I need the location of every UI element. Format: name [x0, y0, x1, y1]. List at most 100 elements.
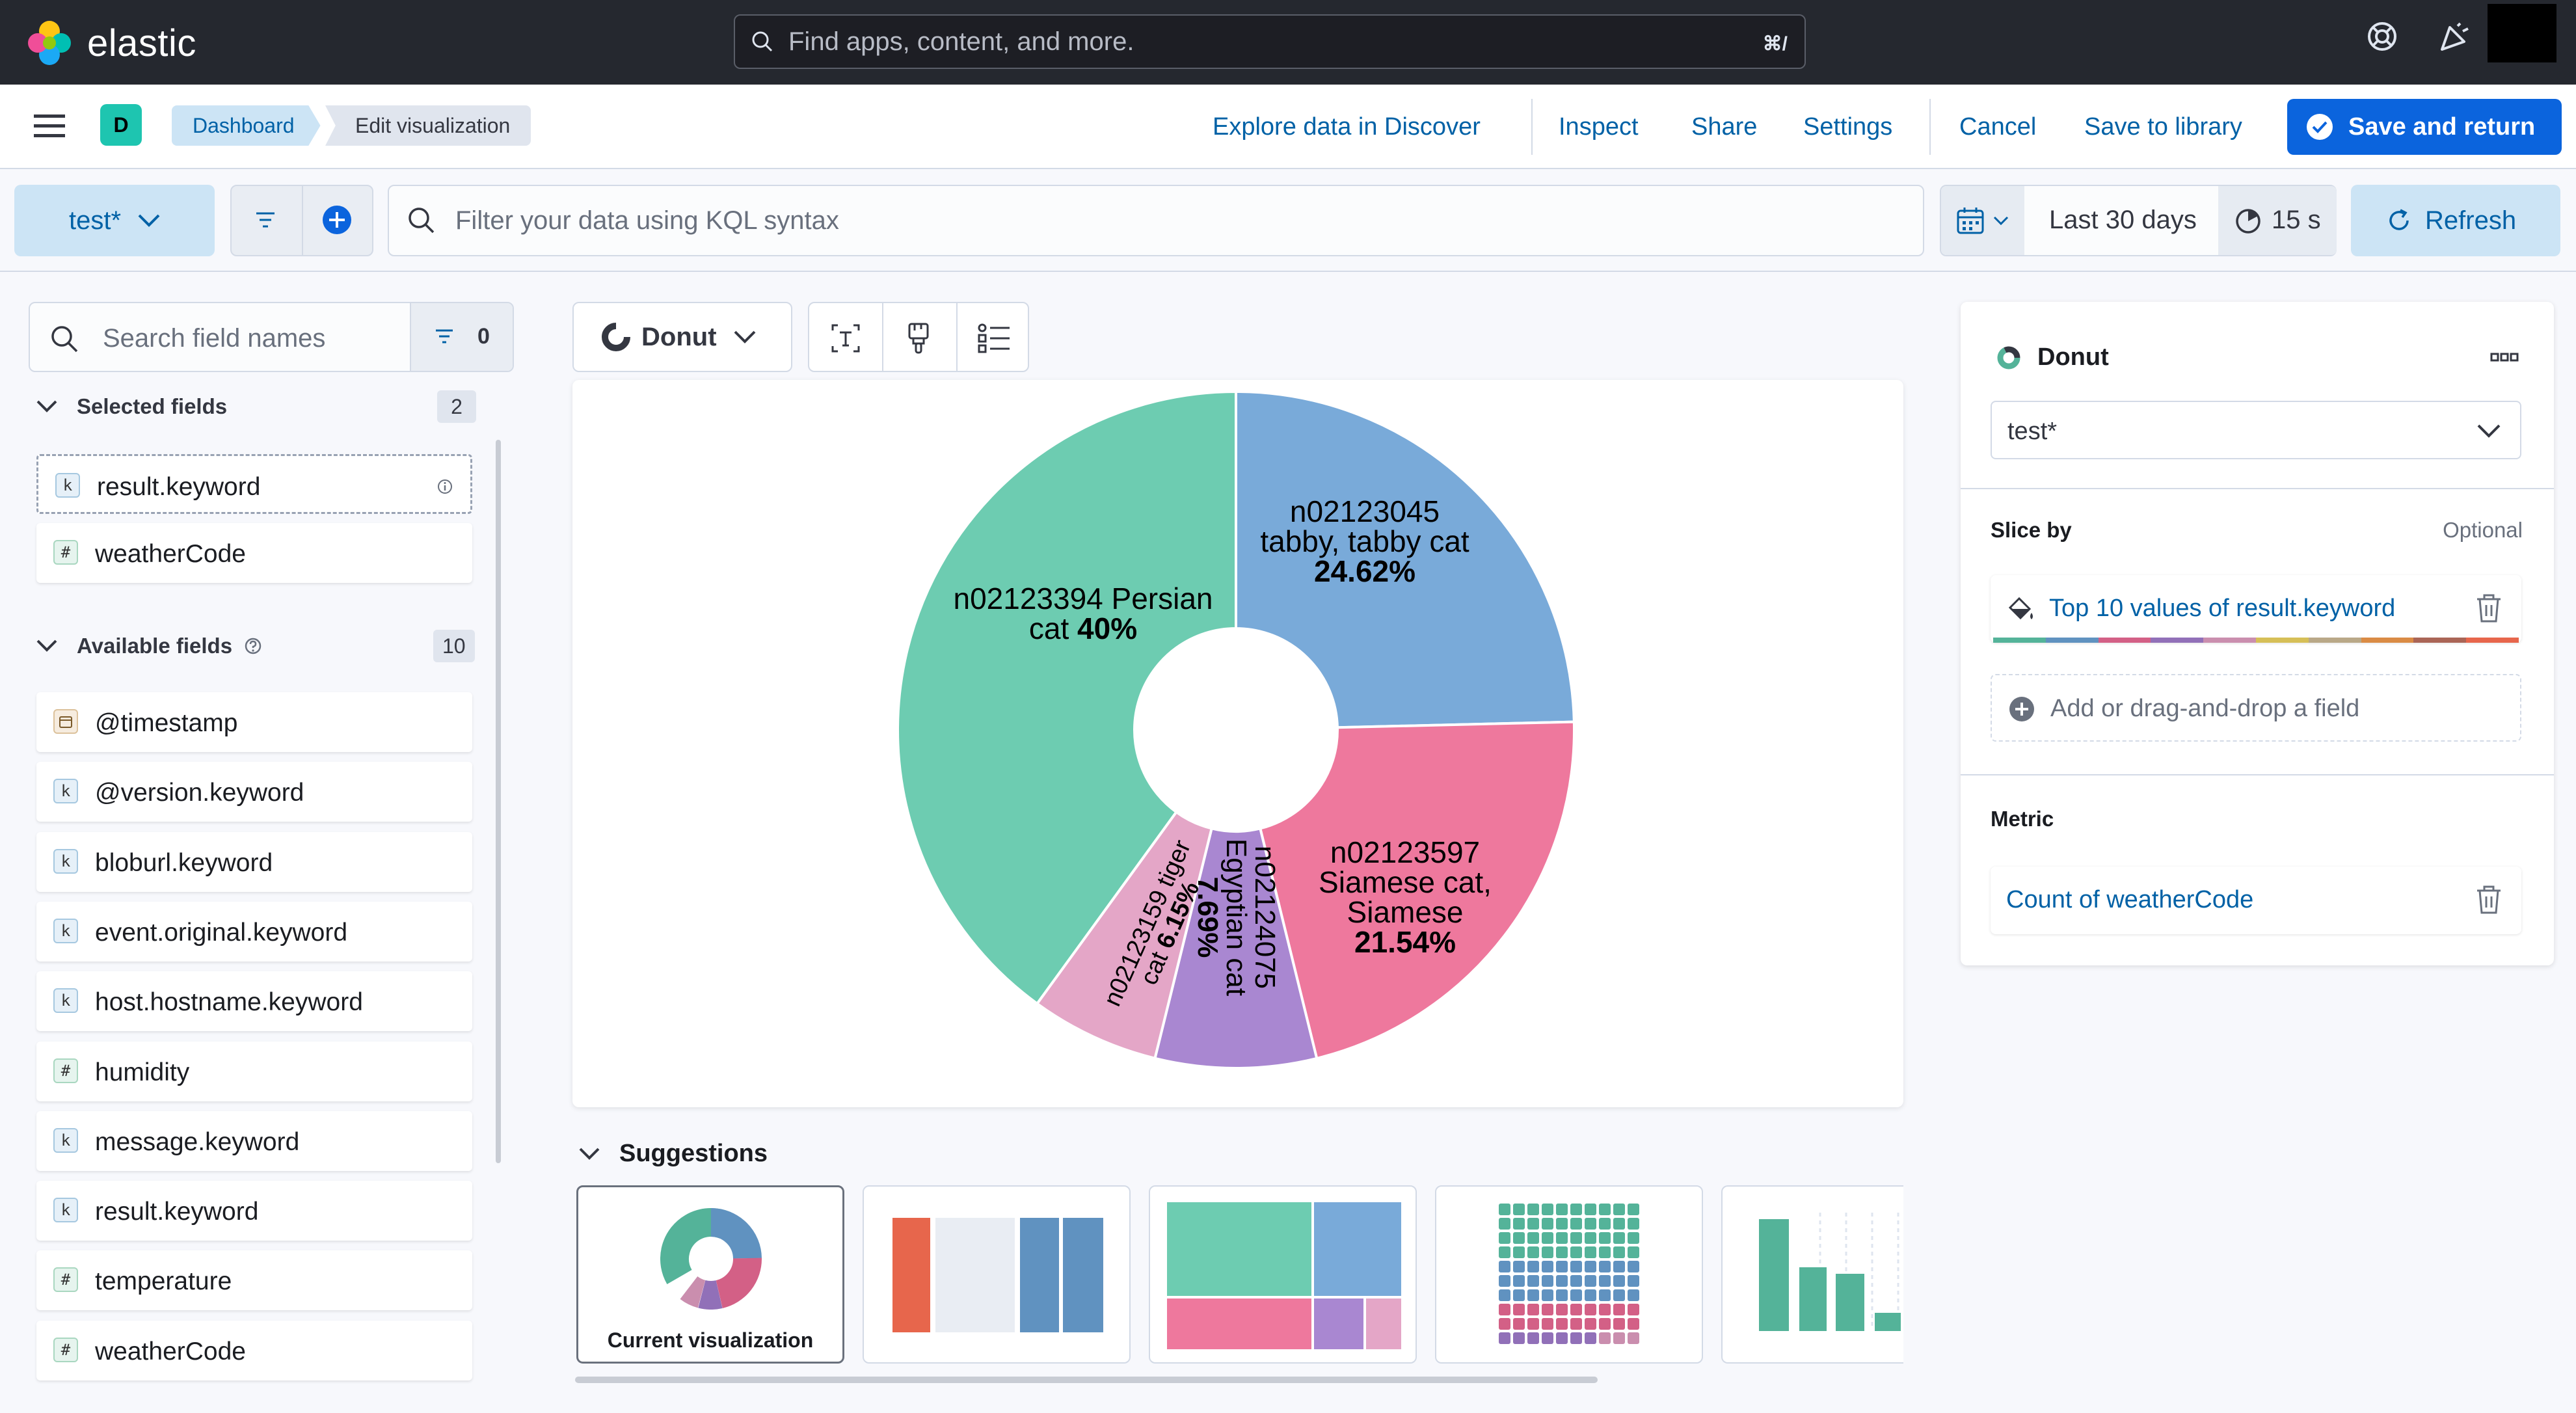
suggestion-bar-stacked[interactable]: [863, 1185, 1131, 1364]
auto-refresh-interval[interactable]: 15 s: [2218, 186, 2337, 255]
chart-type-switcher[interactable]: Donut: [572, 302, 792, 372]
field-list-item[interactable]: k result.keyword: [36, 454, 472, 514]
question-icon[interactable]: [244, 637, 262, 655]
chart-type-label: Donut: [641, 322, 717, 351]
keyword-type-icon: k: [53, 1127, 78, 1153]
waffle-cell: [1628, 1218, 1639, 1230]
field-list-item[interactable]: # humidity: [36, 1041, 472, 1101]
field-list-item[interactable]: k bloburl.keyword: [36, 831, 472, 892]
chevron-down-icon: [1993, 216, 2009, 226]
save-and-return-button[interactable]: Save and return: [2287, 99, 2562, 155]
waffle-cell: [1527, 1332, 1539, 1344]
elastic-logo[interactable]: elastic: [26, 20, 196, 66]
field-name: host.hostname.keyword: [95, 988, 363, 1017]
slice-dimension-label: Top 10 values of result.keyword: [2049, 595, 2396, 622]
dataview-picker[interactable]: test*: [14, 185, 215, 256]
waffle-cell: [1527, 1289, 1539, 1301]
remove-metric-icon[interactable]: [2475, 885, 2503, 915]
field-name: @version.keyword: [95, 779, 304, 807]
field-list-item[interactable]: k host.hostname.keyword: [36, 971, 472, 1032]
field-list-item[interactable]: k event.original.keyword: [36, 901, 472, 962]
kql-query-input[interactable]: Filter your data using KQL syntax: [388, 185, 1924, 256]
settings-link[interactable]: Settings: [1803, 113, 1892, 141]
search-shortcut: ⌘/: [1762, 33, 1788, 55]
suggestion-treemap[interactable]: [1149, 1185, 1417, 1364]
metric-dimension-button[interactable]: Count of weatherCode: [1991, 867, 2521, 934]
refresh-button[interactable]: Refresh: [2351, 185, 2560, 256]
waffle-cell: [1570, 1332, 1582, 1344]
field-list-item[interactable]: # weatherCode: [36, 1320, 472, 1380]
waffle-cell: [1628, 1332, 1639, 1344]
waffle-cell: [1585, 1275, 1596, 1287]
legend-list-icon[interactable]: [977, 323, 1011, 354]
slice-dimension-button[interactable]: Top 10 values of result.keyword: [1991, 575, 2521, 643]
appearance-brush-icon[interactable]: [904, 321, 933, 355]
visualization-panel: n02123045 tabby, tabby cat 24.62% n02123597…: [572, 380, 1903, 1107]
suggestions-scrollbar[interactable]: [575, 1377, 1598, 1383]
palette-swatch: [1993, 638, 2046, 643]
suggestions-toggle[interactable]: Suggestions: [579, 1140, 768, 1168]
field-list-item[interactable]: # weatherCode: [36, 523, 472, 583]
available-fields-toggle[interactable]: Available fields: [36, 634, 262, 658]
donut-chart[interactable]: n02123045tabby, tabby cat24.62% n02123597…: [572, 380, 1903, 1107]
layer-actions-icon[interactable]: [2490, 349, 2519, 364]
space-avatar[interactable]: D: [100, 104, 142, 146]
add-field-dropzone[interactable]: Add or drag-and-drop a field: [1991, 674, 2521, 742]
field-name: result.keyword: [97, 473, 261, 501]
global-search-input[interactable]: Find apps, content, and more. ⌘/: [734, 14, 1806, 69]
global-header: elastic Find apps, content, and more. ⌘/: [0, 0, 2576, 85]
field-list-item[interactable]: # temperature: [36, 1250, 472, 1311]
cancel-link[interactable]: Cancel: [1959, 113, 2036, 141]
filter-menu-icon[interactable]: [252, 208, 278, 232]
save-to-library-link[interactable]: Save to library: [2084, 113, 2242, 141]
slice-by-label: Slice by: [1991, 518, 2072, 542]
palette-swatch: [2203, 638, 2256, 643]
quick-select-button[interactable]: [1941, 186, 2024, 255]
field-list-item[interactable]: @timestamp: [36, 692, 472, 752]
labels-options-icon[interactable]: [830, 323, 861, 354]
share-link[interactable]: Share: [1691, 113, 1757, 141]
waffle-cell: [1542, 1218, 1553, 1230]
add-filter-icon[interactable]: [321, 204, 353, 236]
waffle-cell: [1527, 1318, 1539, 1330]
waffle-cell: [1570, 1204, 1582, 1215]
menu-toggle-icon[interactable]: [34, 113, 65, 139]
app-header: D Dashboard Edit visualization Explore d…: [0, 85, 2576, 169]
layer-dataview-select[interactable]: test*: [1991, 401, 2521, 459]
waffle-cell: [1599, 1304, 1611, 1315]
field-search-placeholder: Search field names: [103, 324, 326, 353]
field-list-item[interactable]: k @version.keyword: [36, 762, 472, 822]
waffle-cell: [1585, 1304, 1596, 1315]
user-avatar[interactable]: [2488, 4, 2556, 62]
suggestion-waffle[interactable]: [1435, 1185, 1703, 1364]
waffle-cell: [1613, 1289, 1625, 1301]
suggestion-bar[interactable]: [1721, 1185, 1903, 1364]
field-list-item[interactable]: k result.keyword: [36, 1181, 472, 1241]
news-feed-icon[interactable]: [2438, 21, 2471, 53]
explore-discover-link[interactable]: Explore data in Discover: [1213, 113, 1481, 141]
waffle-cell: [1628, 1275, 1639, 1287]
waffle-cell: [1542, 1232, 1553, 1244]
slice-label-line: Siamese cat,: [1319, 865, 1492, 899]
waffle-cell: [1599, 1204, 1611, 1215]
layer-dataview-label: test*: [2007, 418, 2058, 445]
help-icon[interactable]: [2367, 21, 2398, 52]
waffle-cell: [1556, 1304, 1568, 1315]
waffle-cell: [1542, 1275, 1553, 1287]
selected-fields-toggle[interactable]: Selected fields: [36, 394, 227, 419]
layer-config-panel: Donut test* Slice by Optional Top 10 val…: [1961, 302, 2554, 965]
waffle-cell: [1613, 1261, 1625, 1272]
remove-slice-dimension-icon[interactable]: [2475, 593, 2503, 623]
field-list-scrollbar[interactable]: [496, 440, 501, 1163]
waffle-cell: [1499, 1275, 1510, 1287]
field-search-input[interactable]: Search field names 0: [29, 302, 514, 372]
inspect-link[interactable]: Inspect: [1559, 113, 1639, 141]
date-range-label[interactable]: Last 30 days: [2049, 206, 2197, 235]
waffle-cell: [1513, 1318, 1525, 1330]
layer-title: Donut: [2037, 343, 2109, 371]
breadcrumb-dashboard[interactable]: Dashboard: [172, 105, 321, 146]
suggestion-current[interactable]: Current visualization: [576, 1185, 844, 1364]
info-icon[interactable]: [436, 478, 453, 495]
field-filter-button[interactable]: 0: [410, 303, 513, 371]
field-list-item[interactable]: k message.keyword: [36, 1110, 472, 1171]
